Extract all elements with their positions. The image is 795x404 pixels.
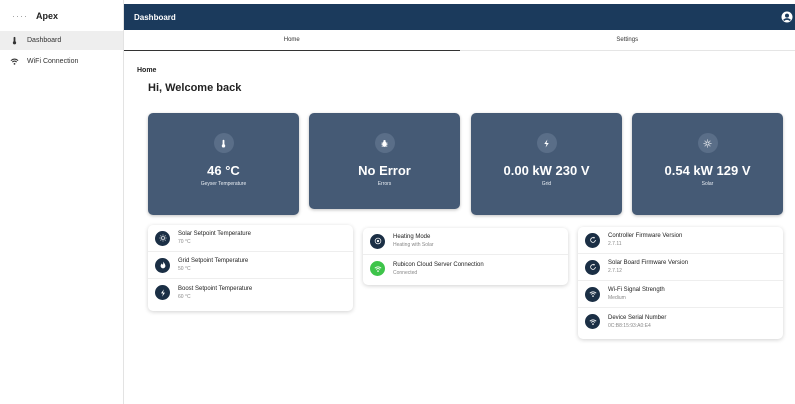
refresh-icon: [585, 259, 600, 275]
bolt-icon: [155, 285, 170, 300]
brand: ···· Apex: [0, 0, 123, 31]
refresh-icon: [585, 232, 600, 248]
list-item-wifi-strength[interactable]: Wi-Fi Signal Strength Medium: [578, 281, 783, 308]
flame-icon: [155, 257, 170, 273]
item-title: Rubicon Cloud Server Connection: [393, 261, 484, 268]
item-title: Wi-Fi Signal Strength: [608, 287, 665, 293]
item-title: Solar Setpoint Temperature: [178, 231, 251, 237]
sidebar-item-label: Dashboard: [27, 37, 62, 44]
thermometer-icon: [12, 36, 17, 45]
stat-label: Grid: [541, 181, 552, 187]
item-title: Grid Setpoint Temperature: [178, 258, 249, 264]
stat-card-solar: 0.54 kW 129 V Solar: [632, 113, 783, 215]
item-value: 2.7.12: [608, 268, 622, 274]
modes-card: Heating Mode Heating with Solar Rubicon C…: [363, 228, 568, 285]
wifi-icon: [585, 314, 600, 329]
list-item-cloud-connection[interactable]: Rubicon Cloud Server Connection Connected: [363, 255, 568, 282]
wifi-icon: [370, 261, 385, 276]
item-value: 70 °C: [178, 239, 191, 245]
tab-bar: Home Settings: [124, 30, 795, 51]
sidebar-item-wifi[interactable]: WiFi Connection: [0, 52, 123, 71]
stat-card-grid: 0.00 kW 230 V Grid: [471, 113, 622, 215]
stat-value: 0.00 kW 230 V: [503, 163, 590, 178]
sidebar-item-dashboard[interactable]: Dashboard: [0, 31, 123, 50]
setpoints-card: Solar Setpoint Temperature 70 °C Grid Set…: [148, 225, 353, 311]
item-title: Boost Setpoint Temperature: [178, 285, 253, 292]
item-value: Heating with Solar: [393, 242, 434, 248]
item-value: 0C:B8:15:93:A0:E4: [608, 322, 651, 329]
list-item-solar-setpoint[interactable]: Solar Setpoint Temperature 70 °C: [148, 225, 353, 252]
sidebar: ···· Apex Dashboard WiFi Connection: [0, 0, 124, 404]
app-root: ···· Apex Dashboard WiFi Connection Dash…: [0, 0, 795, 404]
bug-icon: [374, 133, 395, 153]
list-item-boost-setpoint[interactable]: Boost Setpoint Temperature 60 °C: [148, 279, 353, 306]
item-value: Medium: [608, 295, 626, 301]
bolt-icon: [536, 133, 557, 153]
target-icon: [370, 233, 385, 249]
item-value: Connected: [393, 269, 418, 276]
sidebar-item-label: WiFi Connection: [27, 58, 79, 65]
menu-dots-icon[interactable]: ····: [12, 11, 28, 21]
list-item-heating-mode[interactable]: Heating Mode Heating with Solar: [363, 228, 568, 255]
account-icon[interactable]: [781, 11, 793, 23]
top-bar: Dashboard: [124, 4, 795, 30]
list-item-serial-number[interactable]: Device Serial Number 0C:B8:15:93:A0:E4: [578, 308, 783, 335]
stat-label: Errors: [377, 181, 392, 187]
thermometer-icon: [213, 133, 234, 153]
stat-value: 46 °C: [207, 163, 240, 178]
brand-name: Apex: [36, 10, 59, 21]
device-info-card: Controller Firmware Version 2.7.11 Solar …: [578, 227, 783, 339]
list-item-controller-firmware[interactable]: Controller Firmware Version 2.7.11: [578, 227, 783, 254]
stat-card-geyser: 46 °C Geyser Temperature: [148, 113, 299, 215]
wifi-icon: [585, 286, 600, 302]
stat-value: 0.54 kW 129 V: [664, 163, 751, 178]
stat-label: Geyser Temperature: [200, 181, 247, 187]
stat-value: No Error: [358, 163, 411, 178]
tab-settings[interactable]: Settings: [460, 30, 795, 50]
item-title: Solar Board Firmware Version: [608, 260, 689, 266]
breadcrumb: Home: [137, 67, 157, 74]
list-item-solar-firmware[interactable]: Solar Board Firmware Version 2.7.12: [578, 254, 783, 281]
item-title: Heating Mode: [393, 234, 431, 240]
wifi-icon: [10, 58, 19, 65]
item-value: 50 °C: [178, 266, 191, 272]
sun-icon: [697, 133, 718, 153]
item-value: 2.7.11: [608, 241, 622, 247]
item-title: Controller Firmware Version: [608, 233, 683, 239]
sun-icon: [155, 230, 170, 246]
stat-label: Solar: [701, 181, 714, 187]
item-title: Device Serial Number: [608, 314, 667, 321]
page-title: Dashboard: [134, 12, 176, 22]
tab-home[interactable]: Home: [124, 30, 460, 51]
list-item-grid-setpoint[interactable]: Grid Setpoint Temperature 50 °C: [148, 252, 353, 279]
item-value: 60 °C: [178, 293, 191, 300]
welcome-heading: Hi, Welcome back: [148, 82, 242, 94]
stat-card-errors: No Error Errors: [309, 113, 460, 209]
